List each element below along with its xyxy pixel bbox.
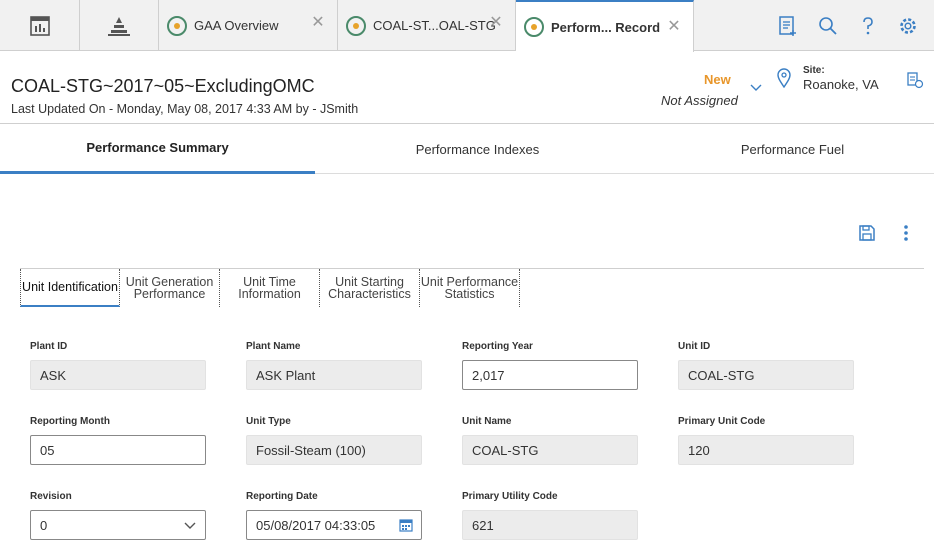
gaa-overview-icon bbox=[167, 15, 187, 36]
close-icon[interactable]: ✕ bbox=[489, 15, 503, 31]
unit-id-field: COAL-STG bbox=[678, 360, 854, 390]
unit-name-field: COAL-STG bbox=[462, 435, 638, 465]
section-tabs: Performance Summary Performance Indexes … bbox=[0, 124, 934, 174]
save-icon[interactable] bbox=[858, 224, 876, 242]
record-header: COAL-STG~2017~05~ExcludingOMC Last Updat… bbox=[0, 51, 934, 124]
plant-id-label: Plant ID bbox=[30, 341, 68, 352]
chevron-down-icon[interactable] bbox=[749, 83, 763, 93]
help-icon bbox=[863, 16, 873, 34]
settings-button[interactable] bbox=[888, 0, 928, 51]
tab-performance-record[interactable]: Perform... Record ✕ bbox=[516, 0, 694, 52]
asset-hierarchy-tab[interactable] bbox=[80, 0, 159, 51]
plant-name-field: ASK Plant bbox=[246, 360, 422, 390]
reporting-date-input[interactable]: 05/08/2017 04:33:05 bbox=[246, 510, 422, 540]
unit-type-field: Fossil-Steam (100) bbox=[246, 435, 422, 465]
reporting-date-label: Reporting Date bbox=[246, 491, 318, 502]
reporting-date-value: 05/08/2017 04:33:05 bbox=[256, 517, 376, 533]
unit-record-icon bbox=[346, 15, 366, 36]
state-label[interactable]: New bbox=[704, 72, 731, 87]
new-record-icon bbox=[779, 15, 796, 36]
primary-unit-code-label: Primary Unit Code bbox=[678, 416, 766, 427]
tab-coal-stg[interactable]: COAL-ST...OAL-STG ✕ bbox=[338, 0, 516, 51]
performance-record-icon bbox=[524, 17, 544, 37]
search-button[interactable] bbox=[808, 0, 848, 51]
primary-utility-code-label: Primary Utility Code bbox=[462, 491, 558, 502]
record-last-updated: Last Updated On - Monday, May 08, 2017 4… bbox=[11, 102, 359, 116]
reporting-year-label: Reporting Year bbox=[462, 341, 533, 352]
subtab-unit-starting-characteristics[interactable]: Unit Starting Characteristics bbox=[320, 269, 420, 307]
plant-name-label: Plant Name bbox=[246, 341, 301, 352]
tab-gaa-overview[interactable]: GAA Overview ✕ bbox=[159, 0, 338, 51]
tab-label: Perform... Record bbox=[551, 19, 661, 35]
location-pin-icon bbox=[777, 68, 791, 88]
top-tab-bar: GAA Overview ✕ COAL-ST...OAL-STG ✕ Perfo… bbox=[0, 0, 934, 52]
site-label: Site: bbox=[803, 65, 825, 76]
asset-hierarchy-icon bbox=[108, 16, 130, 36]
unit-id-label: Unit ID bbox=[678, 341, 711, 352]
dashboard-tab[interactable] bbox=[0, 0, 80, 51]
primary-utility-code-field: 621 bbox=[462, 510, 638, 540]
new-record-button[interactable] bbox=[768, 0, 808, 51]
calendar-icon[interactable] bbox=[399, 518, 413, 532]
subtab-unit-performance-statistics[interactable]: Unit Performance Statistics bbox=[420, 269, 520, 307]
revision-label: Revision bbox=[30, 491, 72, 502]
help-button[interactable] bbox=[848, 0, 888, 51]
subtab-unit-generation-performance[interactable]: Unit Generation Performance bbox=[120, 269, 220, 307]
plant-id-field: ASK bbox=[30, 360, 206, 390]
primary-unit-code-field: 120 bbox=[678, 435, 854, 465]
toolbar bbox=[768, 0, 928, 51]
close-icon[interactable]: ✕ bbox=[667, 19, 681, 35]
tab-label: GAA Overview bbox=[194, 18, 279, 33]
unit-type-label: Unit Type bbox=[246, 416, 291, 427]
dashboard-icon bbox=[29, 15, 50, 36]
reporting-year-input[interactable]: 2,017 bbox=[462, 360, 638, 390]
unit-name-label: Unit Name bbox=[462, 416, 512, 427]
subtab-unit-identification[interactable]: Unit Identification bbox=[20, 269, 120, 307]
more-options-icon[interactable] bbox=[902, 224, 910, 242]
tab-performance-fuel[interactable]: Performance Fuel bbox=[635, 124, 934, 174]
revision-select[interactable]: 0 bbox=[30, 510, 206, 540]
datasheet-content: Unit Identification Unit Generation Perf… bbox=[0, 175, 934, 550]
settings-icon bbox=[900, 17, 916, 34]
tab-label: COAL-ST...OAL-STG bbox=[373, 18, 496, 33]
close-icon[interactable]: ✕ bbox=[311, 15, 325, 31]
search-icon bbox=[819, 16, 837, 35]
reporting-month-label: Reporting Month bbox=[30, 416, 110, 427]
tab-performance-summary[interactable]: Performance Summary bbox=[0, 124, 315, 174]
reporting-month-input[interactable]: 05 bbox=[30, 435, 206, 465]
record-report-icon[interactable] bbox=[906, 71, 924, 89]
record-title: COAL-STG~2017~05~ExcludingOMC bbox=[11, 76, 315, 96]
tab-performance-indexes[interactable]: Performance Indexes bbox=[320, 124, 635, 174]
subtab-unit-time-information[interactable]: Unit Time Information bbox=[220, 269, 320, 307]
chevron-down-icon[interactable] bbox=[183, 519, 197, 533]
revision-value: 0 bbox=[40, 517, 48, 533]
state-assignment[interactable]: Not Assigned bbox=[661, 93, 738, 108]
site-value: Roanoke, VA bbox=[803, 77, 879, 92]
